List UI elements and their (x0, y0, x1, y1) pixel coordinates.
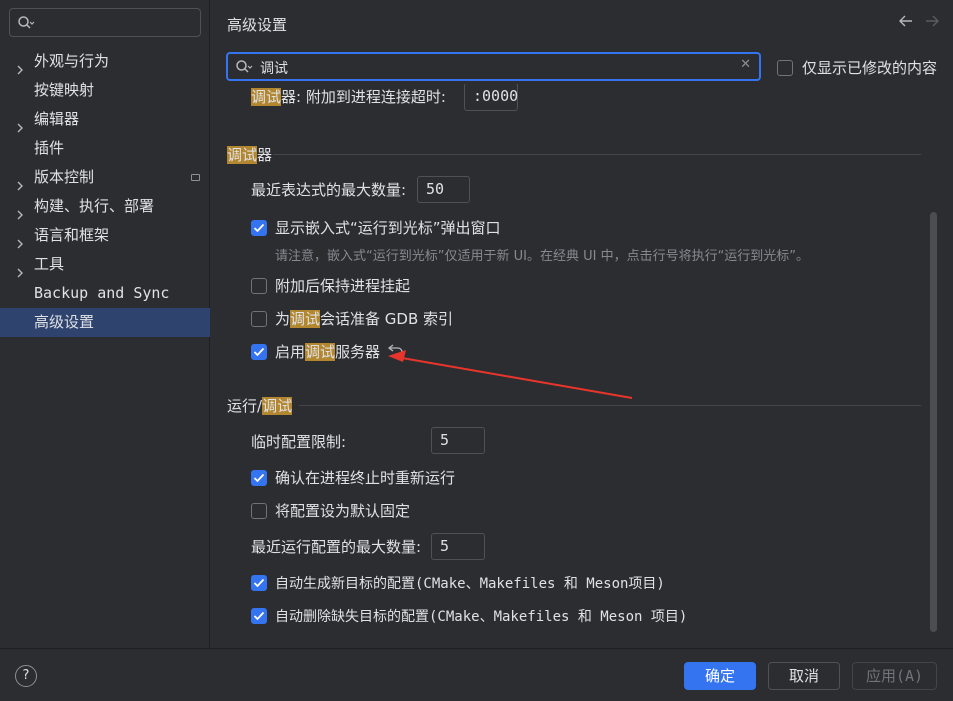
sidebar-item-label: 按键映射 (34, 81, 95, 99)
default-pinned-label: 将配置设为默认固定 (275, 502, 411, 520)
settings-nav: 外观与行为 按键映射 编辑器 插件 版本控制 构建、执行、部署 语言和框架 工具 (0, 47, 210, 337)
keep-suspended-checkbox[interactable]: 附加后保持进程挂起 (251, 275, 410, 296)
sidebar-item-plugins[interactable]: 插件 (0, 134, 210, 163)
settings-content: 调试器: 附加到进程连接超时: :0000 调试器 最近表达式的最大数量: 50… (211, 84, 953, 648)
reset-to-default-icon[interactable] (387, 343, 404, 361)
attach-timeout-label-text: 器: 附加到进程连接超时: (281, 88, 446, 106)
history-nav (899, 15, 939, 31)
project-level-icon (191, 174, 200, 181)
checkbox-icon (251, 310, 267, 327)
page-title: 高级设置 (227, 16, 288, 34)
match-highlight: 调试 (262, 397, 293, 415)
temp-config-limit-label: 临时配置限制: (251, 433, 347, 451)
sidebar-search-input[interactable] (9, 8, 201, 37)
sidebar-item-advanced-settings[interactable]: 高级设置 (0, 308, 210, 337)
sidebar-item-label: 外观与行为 (34, 52, 110, 70)
gdb-index-label: 为调试会话准备 GDB 索引 (275, 308, 453, 329)
checkbox-icon (777, 59, 793, 76)
debug-server-checkbox[interactable]: 启用调试服务器 (251, 341, 404, 362)
confirm-rerun-checkbox[interactable]: 确认在进程终止时重新运行 (251, 467, 455, 488)
section-title-text: 运行/ (227, 397, 263, 415)
sidebar-item-appearance[interactable]: 外观与行为 (0, 47, 210, 76)
max-expressions-label: 最近表达式的最大数量: (251, 181, 407, 199)
settings-main: 高级设置 调试 ✕ 仅显示已修改的内容 调试器: 附加到进程连接超时: :000… (211, 0, 953, 648)
inline-popup-hint: 请注意，嵌入式“运行到光标”仅适用于新 UI。在经典 UI 中，点击行号将执行“… (275, 249, 810, 264)
sidebar-item-label: 语言和框架 (34, 226, 110, 244)
max-expressions-input[interactable]: 50 (417, 176, 470, 203)
forward-arrow-icon[interactable] (925, 15, 939, 31)
sidebar-item-label: 工具 (34, 255, 65, 273)
attach-timeout-row: 调试器: 附加到进程连接超时: (251, 86, 446, 107)
recent-configs-max-row: 最近运行配置的最大数量: (251, 536, 421, 557)
section-title-text: 器 (257, 146, 273, 164)
inline-popup-checkbox[interactable]: 显示嵌入式“运行到光标”弹出窗口 (251, 217, 501, 238)
confirm-rerun-label: 确认在进程终止时重新运行 (275, 469, 456, 487)
auto-create-configs-checkbox[interactable]: 自动生成新目标的配置(CMake、Makefiles 和 Meson项目) (251, 573, 665, 593)
match-highlight: 调试 (251, 88, 282, 106)
sidebar-item-label: 版本控制 (34, 168, 95, 186)
search-value: 调试 (260, 61, 288, 77)
sidebar-item-build[interactable]: 构建、执行、部署 (0, 192, 210, 221)
checkbox-checked-icon (251, 469, 267, 486)
search-icon (235, 59, 253, 79)
recent-configs-max-input[interactable]: 5 (431, 533, 485, 560)
sidebar-item-label: Backup and Sync (34, 284, 170, 302)
sidebar-item-languages[interactable]: 语言和框架 (0, 221, 210, 250)
sidebar-item-label: 构建、执行、部署 (34, 197, 155, 215)
gdb-index-checkbox[interactable]: 为调试会话准备 GDB 索引 (251, 308, 453, 329)
match-highlight: 调试 (227, 146, 258, 164)
checkbox-checked-icon (251, 343, 267, 360)
checkbox-icon (251, 277, 267, 294)
sidebar-item-version-control[interactable]: 版本控制 (0, 163, 210, 192)
default-pinned-checkbox[interactable]: 将配置设为默认固定 (251, 500, 410, 521)
ok-button[interactable]: 确定 (684, 662, 756, 690)
match-highlight: 调试 (290, 310, 321, 328)
sidebar-item-backup-sync[interactable]: Backup and Sync (0, 279, 210, 308)
debug-server-label: 启用调试服务器 (275, 341, 380, 362)
label-text: 会话准备 GDB 索引 (320, 310, 454, 328)
label-text: 服务器 (335, 343, 381, 361)
run-debug-section-title: 运行/调试 (227, 395, 293, 416)
checkbox-icon (251, 502, 267, 519)
sidebar-item-editor[interactable]: 编辑器 (0, 105, 210, 134)
debugger-section-title: 调试器 (227, 144, 272, 165)
cancel-button[interactable]: 取消 (768, 662, 840, 690)
search-icon (17, 15, 35, 35)
inline-popup-label: 显示嵌入式“运行到光标”弹出窗口 (275, 219, 501, 237)
label-text: 为 (275, 310, 291, 328)
auto-delete-configs-checkbox[interactable]: 自动删除缺失目标的配置(CMake、Makefiles 和 Meson 项目) (251, 606, 687, 626)
label-text: 启用 (275, 343, 306, 361)
modified-only-label: 仅显示已修改的内容 (802, 59, 938, 77)
help-icon[interactable]: ? (15, 665, 37, 687)
sidebar-item-keymap[interactable]: 按键映射 (0, 76, 210, 105)
recent-configs-max-label: 最近运行配置的最大数量: (251, 538, 422, 556)
dialog-footer: ? 确定 取消 应用(A) (0, 648, 953, 701)
apply-button[interactable]: 应用(A) (852, 662, 937, 690)
checkbox-checked-icon (251, 575, 267, 591)
clear-search-icon[interactable]: ✕ (740, 57, 751, 72)
auto-delete-configs-label: 自动删除缺失目标的配置(CMake、Makefiles 和 Meson 项目) (275, 609, 688, 625)
checkbox-checked-icon (251, 219, 267, 236)
attach-timeout-label: 调试器: 附加到进程连接超时: (251, 86, 446, 107)
temp-config-limit-input[interactable]: 5 (431, 427, 485, 454)
sidebar-item-label: 编辑器 (34, 110, 80, 128)
section-divider (273, 154, 921, 155)
sidebar-item-label: 插件 (34, 139, 65, 157)
settings-sidebar: 外观与行为 按键映射 编辑器 插件 版本控制 构建、执行、部署 语言和框架 工具 (0, 0, 210, 648)
match-highlight: 调试 (305, 343, 336, 361)
back-arrow-icon[interactable] (899, 15, 913, 31)
attach-timeout-input[interactable]: :0000 (464, 84, 518, 111)
section-divider (299, 405, 921, 406)
settings-search-input[interactable]: 调试 ✕ (226, 52, 761, 81)
temp-config-limit-row: 临时配置限制: (251, 431, 346, 452)
modified-only-checkbox[interactable]: 仅显示已修改的内容 (777, 57, 937, 78)
max-expressions-row: 最近表达式的最大数量: (251, 179, 406, 200)
vertical-scrollbar[interactable] (930, 212, 937, 632)
sidebar-item-label: 高级设置 (34, 313, 95, 331)
checkbox-checked-icon (251, 608, 267, 624)
sidebar-item-tools[interactable]: 工具 (0, 250, 210, 279)
auto-create-configs-label: 自动生成新目标的配置(CMake、Makefiles 和 Meson项目) (275, 576, 665, 592)
keep-suspended-label: 附加后保持进程挂起 (275, 277, 411, 295)
